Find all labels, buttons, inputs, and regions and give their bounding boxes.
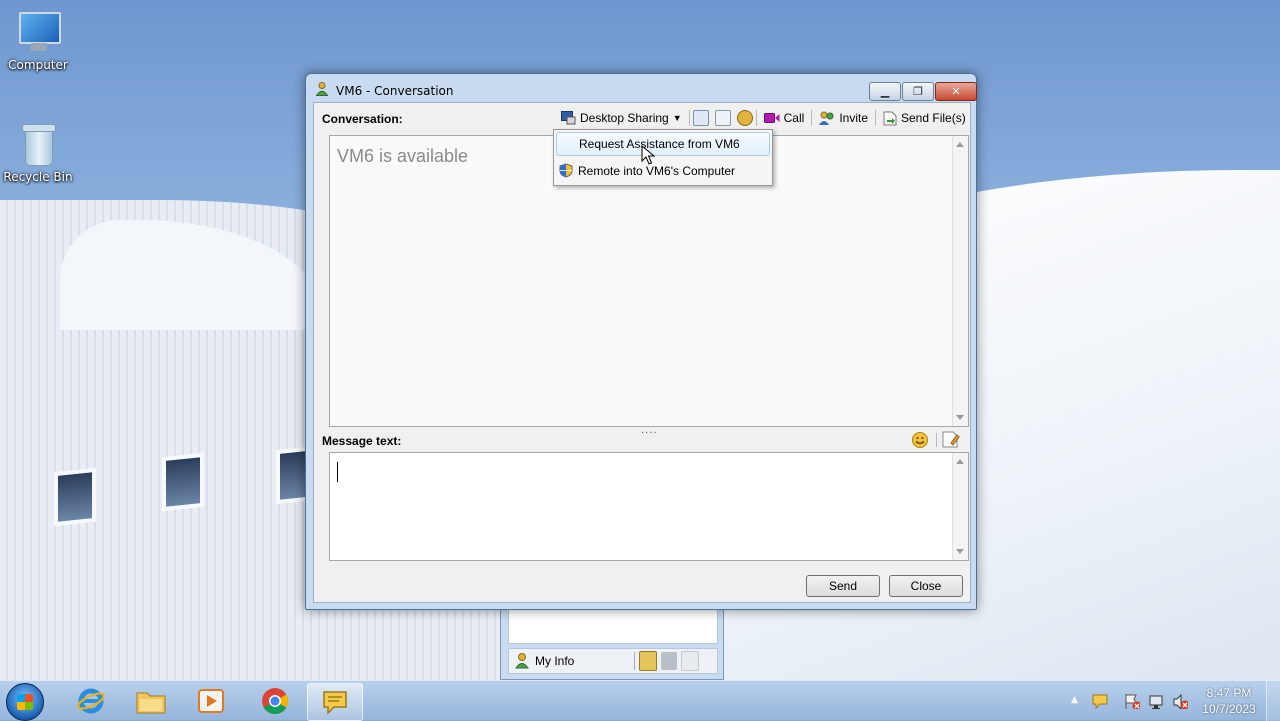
wallpaper-window <box>54 467 96 527</box>
send-file-icon <box>883 111 897 125</box>
call-label: Call <box>783 111 805 125</box>
desktop-icon-label: Recycle Bin <box>3 170 73 184</box>
conversation-toolbar: Desktop Sharing ▼ Call Invite Send File(… <box>557 107 970 129</box>
show-desktop-button[interactable] <box>1266 681 1280 721</box>
maximize-button[interactable]: ❐ <box>902 82 934 101</box>
contact-list-window: My Info <box>500 607 724 680</box>
desktop-sharing-icon <box>561 111 576 125</box>
file-explorer-icon <box>136 692 166 714</box>
conversation-scrollbar[interactable] <box>952 136 968 426</box>
shield-icon <box>559 163 573 178</box>
system-clock[interactable]: 8:47 PM 10/7/2023 <box>1196 685 1262 717</box>
close-window-button[interactable]: ✕ <box>935 82 977 101</box>
send-button[interactable]: Send <box>806 575 880 597</box>
menu-item-remote-into[interactable]: Remote into VM6's Computer <box>556 160 768 182</box>
clock-time: 8:47 PM <box>1206 686 1252 700</box>
computer-icon <box>15 10 61 54</box>
wallpaper-window <box>162 452 204 512</box>
scroll-up-arrow[interactable] <box>956 459 964 464</box>
invite-label: Invite <box>839 111 868 125</box>
toolbar-separator <box>875 110 876 126</box>
taskbar-app-chrome[interactable] <box>248 683 302 719</box>
taskbar-app-file-explorer[interactable] <box>124 683 178 719</box>
window-title: VM6 - Conversation <box>336 84 454 98</box>
taskbar-app-internet-explorer[interactable] <box>64 683 118 719</box>
user-icon <box>515 653 529 669</box>
invite-button[interactable]: Invite <box>815 108 872 128</box>
my-info-bar: My Info <box>508 648 718 674</box>
status-available-icon[interactable] <box>639 651 658 671</box>
call-button[interactable]: Call <box>760 108 809 128</box>
pane-splitter[interactable]: ···· <box>641 428 658 439</box>
desktop-sharing-menu: Request Assistance from VM6 Remote into … <box>553 129 773 186</box>
status-busy-icon[interactable] <box>661 652 678 670</box>
toolbar-separator <box>936 433 937 447</box>
send-files-label: Send File(s) <box>901 111 966 125</box>
show-hidden-icons-arrow[interactable]: ▲ <box>1071 695 1078 705</box>
menu-item-request-assistance[interactable]: Request Assistance from VM6 <box>556 132 770 156</box>
desktop-icon-computer[interactable]: Computer <box>1 10 75 72</box>
title-bar[interactable]: VM6 - Conversation ▁ ❐ ✕ <box>306 74 977 102</box>
chevron-down-icon: ▼ <box>672 113 682 123</box>
clock-date: 10/7/2023 <box>1202 702 1256 716</box>
notes-icon[interactable] <box>692 110 709 126</box>
chat-app-icon <box>323 691 347 715</box>
action-center-icon[interactable] <box>1124 693 1140 709</box>
send-files-button[interactable]: Send File(s) <box>879 108 970 128</box>
start-button[interactable] <box>6 683 44 721</box>
contact-card-icon[interactable] <box>714 110 731 126</box>
menu-item-label: Remote into VM6's Computer <box>578 164 736 178</box>
user-icon <box>316 82 328 96</box>
taskbar-app-chat[interactable] <box>307 683 363 721</box>
desktop-icon-recycle-bin[interactable]: Recycle Bin <box>1 122 75 184</box>
network-icon[interactable] <box>1148 693 1164 709</box>
chat-tray-icon[interactable] <box>1092 693 1108 709</box>
volume-muted-icon[interactable] <box>1172 693 1188 709</box>
taskbar-app-media-player[interactable] <box>184 683 238 719</box>
status-offline-icon[interactable] <box>681 651 700 671</box>
message-scrollbar[interactable] <box>952 453 968 560</box>
internet-explorer-icon <box>77 688 105 714</box>
desktop-sharing-label: Desktop Sharing <box>580 111 669 125</box>
emoticon-icon[interactable] <box>911 431 929 449</box>
toolbar-separator <box>688 110 690 126</box>
desktop-sharing-button[interactable]: Desktop Sharing ▼ <box>557 108 686 128</box>
scroll-up-arrow[interactable] <box>956 142 964 147</box>
toolbar-separator <box>811 110 813 126</box>
scroll-down-arrow[interactable] <box>956 415 964 420</box>
media-player-icon <box>198 689 224 713</box>
menu-item-label: Request Assistance from VM6 <box>579 137 740 151</box>
mouse-pointer-icon <box>641 145 655 165</box>
font-edit-icon[interactable] <box>942 431 960 448</box>
availability-status: VM6 is available <box>337 146 469 166</box>
desktop-icon-label: Computer <box>8 58 68 72</box>
scroll-down-arrow[interactable] <box>956 549 964 554</box>
group-icon[interactable] <box>736 110 753 126</box>
conversation-label: Conversation: <box>322 112 403 126</box>
windows-logo-icon <box>17 694 33 710</box>
video-call-icon <box>763 113 780 123</box>
minimize-button[interactable]: ▁ <box>869 82 901 101</box>
invite-icon <box>819 111 834 125</box>
message-text-label: Message text: <box>322 434 402 448</box>
contact-list-body <box>508 607 718 644</box>
my-info-button[interactable]: My Info <box>515 653 574 669</box>
taskbar: ▲ 8:47 PM 10/7/2023 <box>0 680 1280 721</box>
chrome-icon <box>262 688 289 715</box>
toolbar-separator <box>755 110 757 126</box>
my-info-label: My Info <box>535 654 575 668</box>
recycle-bin-icon <box>15 122 61 166</box>
text-caret <box>337 462 338 482</box>
message-input[interactable] <box>329 452 969 561</box>
close-button[interactable]: Close <box>889 575 963 597</box>
